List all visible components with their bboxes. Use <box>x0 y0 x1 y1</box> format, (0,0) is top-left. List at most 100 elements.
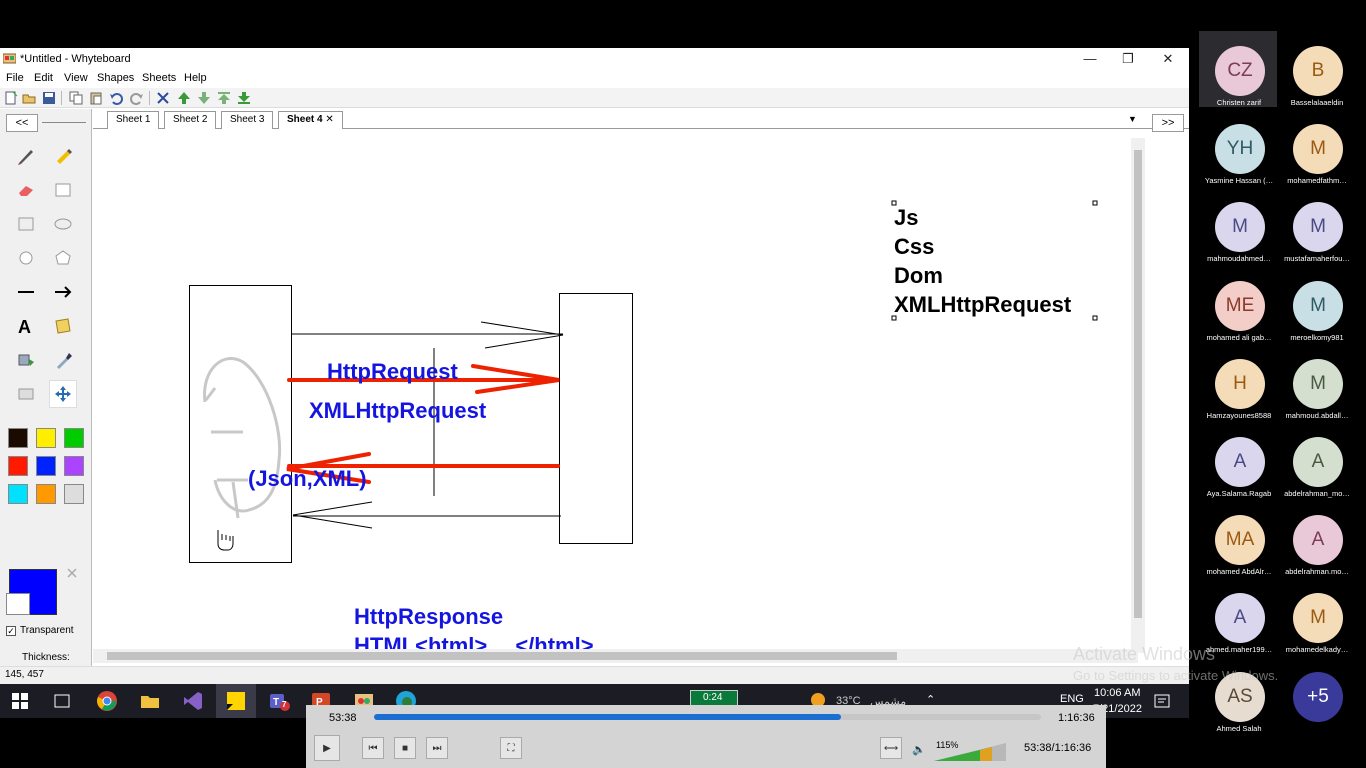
color-swatch[interactable] <box>8 456 28 476</box>
select-tool-icon[interactable] <box>12 380 40 408</box>
color-swatch[interactable] <box>8 428 28 448</box>
undo-icon[interactable] <box>108 90 123 105</box>
secondary-color-picker[interactable] <box>6 593 30 615</box>
tab-sheet-1[interactable]: Sheet 1 <box>107 111 160 129</box>
volume-slider[interactable] <box>932 739 1008 763</box>
delete-icon[interactable] <box>155 90 170 105</box>
color-swatch[interactable] <box>36 484 56 504</box>
participant-tile[interactable]: Mmahmoud.abdall… <box>1277 344 1355 420</box>
close-window-button[interactable]: ✕ <box>1150 50 1186 68</box>
volume-speaker-icon[interactable]: 🔈 <box>912 743 926 756</box>
color-swatch[interactable] <box>8 484 28 504</box>
color-swatch[interactable] <box>36 428 56 448</box>
move-down-icon[interactable] <box>196 90 211 105</box>
seek-bar[interactable] <box>374 714 1041 720</box>
move-bottom-icon[interactable] <box>236 90 251 105</box>
circle-tool-icon[interactable] <box>12 244 40 272</box>
participant-tile[interactable]: Mmustafamaherfou… <box>1277 187 1355 263</box>
notifications-icon[interactable] <box>1150 689 1174 713</box>
tabs-dropdown-icon[interactable]: ▼ <box>1128 114 1137 124</box>
open-folder-icon[interactable] <box>21 90 36 105</box>
rounded-rectangle-tool-icon[interactable] <box>12 210 40 238</box>
menu-edit[interactable]: Edit <box>34 72 53 84</box>
arrow-tool-icon[interactable] <box>49 278 77 306</box>
skip-back-icon[interactable]: ⏮ <box>362 737 384 759</box>
save-icon[interactable] <box>41 90 56 105</box>
participant-tile[interactable]: +5 <box>1277 657 1355 733</box>
participant-tile[interactable]: H Hamzayounes8588 <box>1199 344 1277 420</box>
move-tool-icon[interactable] <box>49 380 77 408</box>
participant-tile[interactable]: YH Yasmine Hassan (… <box>1199 109 1277 185</box>
paste-icon[interactable] <box>88 90 103 105</box>
menu-file[interactable]: File <box>6 72 24 84</box>
participant-tile[interactable]: MA mohamed AbdAlr… <box>1199 500 1277 576</box>
participant-tile[interactable]: Mmohamedfathm… <box>1277 109 1355 185</box>
windows-start-icon[interactable] <box>8 689 32 713</box>
transparent-checkbox[interactable]: ✓ <box>6 626 16 636</box>
restore-button[interactable]: ❐ <box>1110 50 1146 68</box>
participant-tile[interactable]: CZ Christen zarif <box>1199 31 1277 107</box>
redo-icon[interactable] <box>129 90 144 105</box>
highlighter-tool-icon[interactable] <box>49 142 77 170</box>
color-swatch[interactable] <box>64 456 84 476</box>
language-indicator[interactable]: ENG <box>1060 693 1084 705</box>
polygon-tool-icon[interactable] <box>49 244 77 272</box>
rectangle-tool-icon[interactable] <box>49 176 77 204</box>
selection-handle[interactable] <box>1092 315 1098 321</box>
close-tab-icon[interactable]: ✕ <box>325 114 333 125</box>
horizontal-scrollbar[interactable] <box>93 649 1138 663</box>
participant-tile[interactable]: ME mohamed ali gab… <box>1199 266 1277 342</box>
color-swatch[interactable] <box>64 484 84 504</box>
skip-forward-icon[interactable]: ⏭ <box>426 737 448 759</box>
move-up-icon[interactable] <box>176 90 191 105</box>
chrome-icon[interactable] <box>95 689 119 713</box>
teams-icon[interactable]: T <box>267 689 291 713</box>
visual-studio-icon[interactable] <box>181 689 205 713</box>
color-swatch[interactable] <box>64 428 84 448</box>
task-view-icon[interactable] <box>50 689 74 713</box>
sticky-notes-icon[interactable] <box>224 689 248 713</box>
text-tool-icon[interactable]: A <box>12 312 40 340</box>
move-top-icon[interactable] <box>216 90 231 105</box>
fullscreen-icon[interactable]: ⛶ <box>500 737 522 759</box>
participant-tile[interactable]: A Aya.Salama.Ragab <box>1199 422 1277 498</box>
pen-tool-icon[interactable] <box>12 142 40 170</box>
note-tool-icon[interactable] <box>49 312 77 340</box>
collapse-right-button[interactable]: >> <box>1152 114 1184 132</box>
vertical-scrollbar[interactable] <box>1131 138 1145 653</box>
fill-tool-icon[interactable] <box>12 346 40 374</box>
new-file-icon[interactable] <box>3 90 18 105</box>
drawing-canvas[interactable]: HttpRequest XMLHttpRequest (Json,XML) Ht… <box>93 130 1130 649</box>
menu-shapes[interactable]: Shapes <box>97 72 134 84</box>
menu-help[interactable]: Help <box>184 72 207 84</box>
participant-tile[interactable]: Mmeroelkomy981 <box>1277 266 1355 342</box>
line-tool-icon[interactable] <box>12 278 40 306</box>
tab-sheet-4[interactable]: Sheet 4 ✕ <box>278 111 343 129</box>
scroll-thumb[interactable] <box>107 652 897 660</box>
scroll-thumb[interactable] <box>1134 150 1142 618</box>
tab-sheet-3[interactable]: Sheet 3 <box>221 111 274 129</box>
copy-icon[interactable] <box>68 90 83 105</box>
participant-tile[interactable]: Mmahmoudahmed… <box>1199 187 1277 263</box>
file-explorer-icon[interactable] <box>138 689 162 713</box>
aspect-ratio-icon[interactable]: ⟷ <box>880 737 902 759</box>
eyedropper-tool-icon[interactable] <box>49 346 77 374</box>
selection-handle[interactable] <box>1092 200 1098 206</box>
tab-sheet-2[interactable]: Sheet 2 <box>164 111 217 129</box>
participant-tile[interactable]: Aabdelrahman.mo… <box>1277 500 1355 576</box>
participant-tile[interactable]: Mmohamedelkady… <box>1277 578 1355 654</box>
eraser-tool-icon[interactable] <box>12 176 40 204</box>
participant-tile[interactable]: Aabdelrahman_mo… <box>1277 422 1355 498</box>
participant-tile[interactable]: Aahmed.maher199… <box>1199 578 1277 654</box>
swap-colors-icon[interactable] <box>60 561 84 585</box>
participant-tile[interactable]: B Basselalaaeldin <box>1277 31 1355 107</box>
play-icon[interactable]: ▶ <box>314 735 340 761</box>
collapse-left-button[interactable]: << <box>6 114 38 132</box>
menu-view[interactable]: View <box>64 72 88 84</box>
stop-icon[interactable]: ■ <box>394 737 416 759</box>
clock-time[interactable]: 10:06 AM <box>1094 687 1140 699</box>
color-swatch[interactable] <box>36 456 56 476</box>
menu-sheets[interactable]: Sheets <box>142 72 176 84</box>
minimize-button[interactable]: — <box>1072 50 1108 68</box>
ellipse-tool-icon[interactable] <box>49 210 77 238</box>
